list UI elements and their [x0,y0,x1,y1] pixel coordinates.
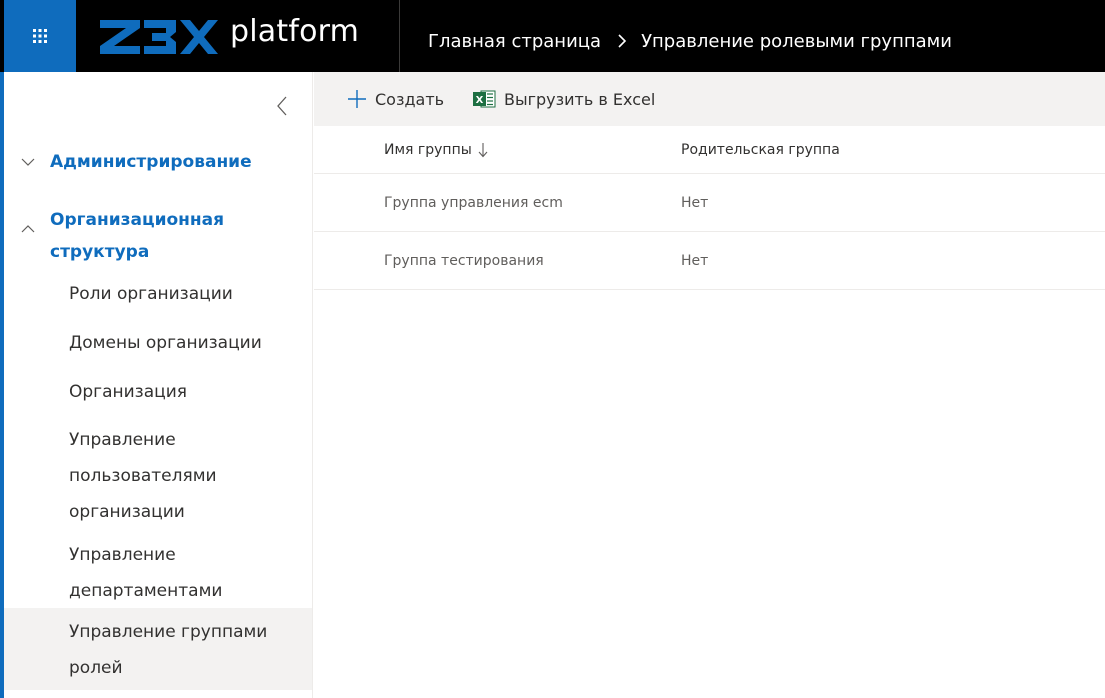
sort-descending-icon [478,142,488,158]
nav-section-label-line1: Организационная [50,210,225,230]
column-header-label: Имя группы [384,141,472,158]
export-button-label: Выгрузить в Excel [504,89,656,109]
table-header: Имя группы Родительская группа [314,126,1105,174]
column-header-group-name[interactable]: Имя группы [384,126,488,173]
sidebar-item-label: Организация [69,382,187,402]
sidebar-item-user-management[interactable]: Управление пользователями организации [4,420,312,522]
sidebar-item-label-line: организации [69,502,185,522]
cell-parent-group: Нет [681,194,709,211]
logo[interactable]: platform [98,8,359,64]
chevron-right-icon [617,33,627,49]
nav-section-org-structure[interactable]: Организационная структура [4,200,312,272]
command-bar: Создать X Выгрузить в Excel [314,72,1105,126]
sidebar-nav: Администрирование Организационная структ… [0,72,313,698]
cell-group-name: Группа тестирования [384,252,544,269]
table-row[interactable]: Группа управления ecm Нет [314,174,1105,232]
breadcrumb: Главная страница Управление ролевыми гру… [428,0,952,82]
z3x-logo-icon [100,20,218,54]
role-groups-table: Имя группы Родительская группа Группа уп… [314,126,1105,290]
top-bar: platform Главная страница Управление рол… [0,0,1105,72]
export-excel-button[interactable]: X Выгрузить в Excel [472,72,655,126]
chevron-up-icon [20,221,36,237]
sidebar-item-label-line: департаментами [69,581,223,601]
chevron-left-icon [277,96,287,116]
chevron-down-icon [20,154,36,170]
cell-parent-group: Нет [681,252,709,269]
svg-text:X: X [476,95,484,106]
column-header-label: Родительская группа [681,141,840,158]
logo-text: platform [230,14,360,49]
nav-section-label: Администрирование [50,152,252,172]
column-header-parent-group[interactable]: Родительская группа [681,126,840,173]
sidebar-item-label-line: Управление [69,430,176,450]
add-icon [348,90,366,108]
sidebar-item-label: Роли организации [69,284,233,304]
collapse-nav-button[interactable] [272,94,292,118]
sidebar-item-org-domains[interactable]: Домены организации [4,323,312,363]
sidebar-item-label: Домены организации [69,333,262,353]
sidebar-item-role-groups[interactable]: Управление группами ролей [0,608,312,690]
nav-section-administration[interactable]: Администрирование [4,144,312,180]
create-button-label: Создать [375,89,445,109]
cell-group-name: Группа управления ecm [384,194,563,211]
create-button[interactable]: Создать [347,72,444,126]
sidebar-item-label-line: ролей [69,658,123,678]
app-launcher-button[interactable] [4,0,76,72]
breadcrumb-current[interactable]: Управление ролевыми группами [641,31,952,52]
sidebar-item-label-line: пользователями [69,466,217,486]
table-row[interactable]: Группа тестирования Нет [314,232,1105,290]
breadcrumb-home-link[interactable]: Главная страница [428,31,601,52]
excel-icon: X [473,90,496,108]
sidebar-item-label-line: Управление [69,545,176,565]
header-divider [399,0,400,72]
sidebar-item-label-line: Управление группами [69,622,268,642]
sidebar-item-organization[interactable]: Организация [4,372,312,412]
sidebar-item-departments[interactable]: Управление департаментами [4,535,312,605]
nav-section-label-line2: структура [50,242,150,262]
app-launcher-icon [33,29,47,43]
sidebar-item-org-roles[interactable]: Роли организации [4,274,312,314]
